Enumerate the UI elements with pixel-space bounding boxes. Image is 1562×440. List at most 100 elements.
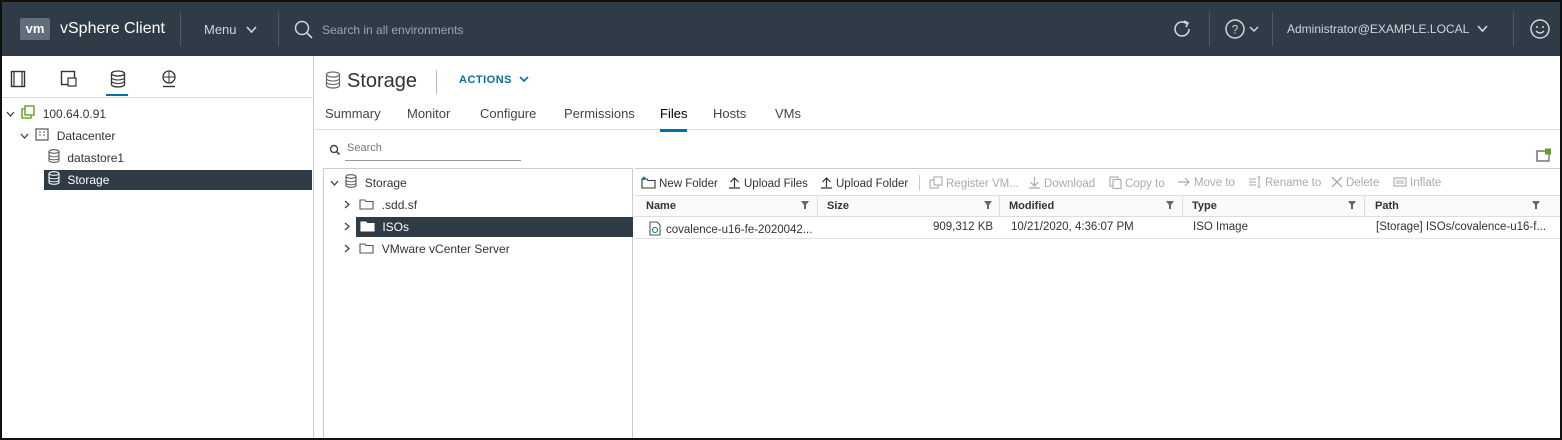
- datastore-icon: [48, 148, 60, 169]
- new-folder-button[interactable]: New Folder: [641, 176, 718, 190]
- tree-item-vcenter[interactable]: 100.64.0.91: [6, 104, 106, 124]
- inflate-button[interactable]: Inflate: [1393, 176, 1441, 189]
- file-name: covalence-u16-fe-2020042...: [666, 224, 813, 236]
- arrow-right-icon: [1178, 177, 1190, 187]
- tree-item-storage[interactable]: Storage: [44, 170, 312, 190]
- folder-label: Storage: [364, 176, 407, 190]
- folder-item-vcenter-server[interactable]: VMware vCenter Server: [344, 239, 510, 259]
- actions-menu-button[interactable]: ACTIONS: [459, 74, 529, 86]
- column-divider[interactable]: [999, 196, 1000, 216]
- rename-to-button[interactable]: Rename to: [1248, 176, 1321, 189]
- column-header-modified[interactable]: Modified: [1009, 200, 1054, 212]
- filter-icon[interactable]: [1166, 201, 1174, 211]
- folder-label: VMware vCenter Server: [381, 242, 510, 256]
- new-datastore-icon[interactable]: [1536, 148, 1552, 165]
- chevron-right-icon[interactable]: [344, 195, 356, 215]
- column-header-name[interactable]: Name: [646, 200, 676, 212]
- header-divider: [1513, 12, 1514, 46]
- tab-files[interactable]: Files: [660, 106, 688, 132]
- header-divider: [1209, 12, 1210, 46]
- datastore-icon: [48, 170, 60, 191]
- file-name-cell: covalence-u16-fe-2020042...: [648, 221, 812, 236]
- tab-configure[interactable]: Configure: [480, 106, 536, 129]
- move-to-button[interactable]: Move to: [1177, 176, 1235, 189]
- tree-item-datacenter[interactable]: Datacenter: [20, 126, 115, 146]
- folder-item-isos[interactable]: ISOs: [356, 217, 633, 237]
- chevron-down-icon: [1477, 25, 1488, 33]
- filter-icon[interactable]: [1532, 201, 1540, 211]
- tab-permissions[interactable]: Permissions: [564, 106, 635, 129]
- filter-icon[interactable]: [801, 201, 809, 211]
- folder-icon: [360, 218, 375, 238]
- upload-files-button[interactable]: Upload Files: [728, 176, 808, 190]
- column-divider[interactable]: [1182, 196, 1183, 216]
- object-tabs: Summary Monitor Configure Permissions Fi…: [315, 100, 1560, 132]
- chevron-right-icon[interactable]: [344, 239, 356, 259]
- search-underline: [345, 160, 521, 161]
- svg-text:?: ?: [1232, 23, 1239, 37]
- refresh-icon[interactable]: [1171, 18, 1193, 43]
- column-header-type[interactable]: Type: [1192, 200, 1217, 212]
- column-header-size[interactable]: Size: [827, 200, 849, 212]
- tab-vms[interactable]: VMs: [775, 106, 801, 129]
- tab-summary[interactable]: Summary: [325, 106, 381, 129]
- move-to-label: Move to: [1194, 177, 1235, 189]
- vm-logo: vm: [20, 18, 50, 40]
- upload-icon: [821, 177, 832, 189]
- chevron-down-icon[interactable]: [20, 126, 32, 146]
- tree-item-label: Datacenter: [56, 129, 116, 143]
- folder-item-storage[interactable]: Storage: [330, 173, 407, 193]
- folder-label: ISOs: [382, 220, 410, 234]
- folder-tree: Storage .sdd.sf ISOs VMware vCenter Serv…: [323, 168, 633, 438]
- menu-label: Menu: [204, 22, 237, 37]
- vms-templates-icon[interactable]: [60, 70, 78, 91]
- page-title: Storage: [325, 70, 417, 93]
- upload-folder-button[interactable]: Upload Folder: [820, 176, 908, 190]
- help-icon[interactable]: ?: [1224, 18, 1262, 43]
- app-title: vSphere Client: [60, 20, 165, 37]
- new-folder-label: New Folder: [659, 178, 718, 190]
- navigator-tabs: [2, 56, 313, 98]
- folder-item-sdd-sf[interactable]: .sdd.sf: [344, 195, 417, 215]
- chevron-right-icon[interactable]: [344, 217, 356, 237]
- column-divider[interactable]: [1364, 196, 1365, 216]
- chevron-down-icon: [246, 22, 257, 37]
- tree-item-label: 100.64.0.91: [42, 107, 107, 121]
- datastore-icon: [345, 173, 357, 194]
- networking-icon[interactable]: [160, 70, 178, 91]
- delete-button[interactable]: Delete: [1331, 176, 1379, 189]
- column-divider[interactable]: [817, 196, 818, 216]
- folder-icon: [359, 240, 374, 260]
- rename-to-label: Rename to: [1265, 177, 1322, 189]
- folder-icon: [359, 196, 374, 216]
- header-divider: [180, 12, 181, 46]
- filter-icon[interactable]: [984, 201, 992, 211]
- chevron-down-icon[interactable]: [330, 173, 342, 193]
- copy-to-button[interactable]: Copy to: [1109, 176, 1165, 190]
- table-header: Name Size Modified Type Path: [635, 195, 1560, 217]
- tree-item-label: datastore1: [67, 151, 125, 165]
- tab-hosts[interactable]: Hosts: [713, 106, 746, 129]
- close-icon: [1331, 176, 1343, 188]
- column-header-path[interactable]: Path: [1375, 200, 1399, 212]
- download-button[interactable]: Download: [1028, 176, 1095, 190]
- folder-label: .sdd.sf: [381, 198, 418, 212]
- chevron-down-icon: [518, 76, 529, 83]
- user-menu[interactable]: Administrator@EXAMPLE.LOCAL: [1287, 22, 1488, 36]
- menu-button[interactable]: Menu: [204, 22, 257, 37]
- vsphere-window: vm vSphere Client Menu Search in all env…: [0, 0, 1562, 440]
- storage-icon[interactable]: [106, 70, 128, 96]
- user-feedback-icon[interactable]: [1529, 18, 1551, 43]
- search-placeholder: Search: [347, 142, 382, 154]
- tree-item-label: Storage: [67, 173, 110, 187]
- datacenter-icon: [35, 127, 49, 147]
- upload-files-label: Upload Files: [744, 178, 808, 190]
- register-vm-label: Register VM...: [946, 178, 1019, 190]
- table-row[interactable]: covalence-u16-fe-2020042... 909,312 KB 1…: [635, 217, 1560, 239]
- chevron-down-icon[interactable]: [6, 104, 18, 124]
- tree-item-datastore1[interactable]: datastore1: [48, 148, 124, 168]
- tab-monitor[interactable]: Monitor: [407, 106, 450, 129]
- register-vm-button[interactable]: Register VM...: [929, 176, 1019, 190]
- hosts-clusters-icon[interactable]: [10, 70, 26, 91]
- filter-icon[interactable]: [1348, 201, 1356, 211]
